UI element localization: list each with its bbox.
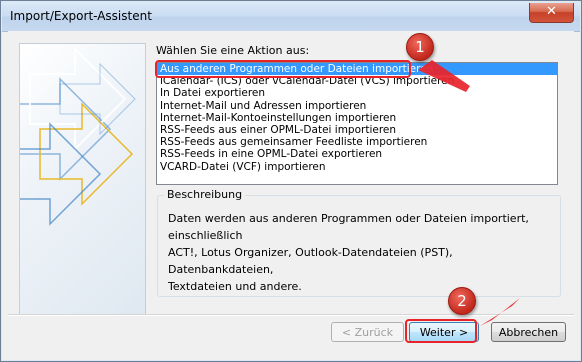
list-item-export-to-file[interactable]: In Datei exportieren — [157, 87, 557, 99]
list-item-export-rss-opml[interactable]: RSS-Feeds in eine OPML-Datei exportieren — [157, 148, 557, 160]
description-text: Daten werden aus anderen Programmen oder… — [168, 210, 558, 295]
back-button[interactable]: < Zurück — [331, 322, 404, 342]
close-button[interactable]: ✕ — [529, 3, 574, 23]
cancel-button[interactable]: Abbrechen — [491, 322, 566, 342]
description-line: ACT!, Lotus Organizer, Outlook-Datendate… — [168, 246, 453, 276]
list-item-import-mail-account-settings[interactable]: Internet-Mail-Kontoeinstellungen importi… — [157, 112, 557, 124]
wizard-content: Wählen Sie eine Aktion aus: Aus anderen … — [8, 31, 574, 354]
close-icon: ✕ — [546, 4, 557, 19]
description-line: Textdateien und andere. — [168, 280, 302, 293]
annotation-marker-1: 1 — [406, 33, 434, 61]
title-bar[interactable]: Import/Export-Assistent ✕ — [2, 2, 580, 32]
action-prompt-label: Wählen Sie eine Aktion aus: — [156, 44, 310, 57]
action-listbox[interactable]: Aus anderen Programmen oder Dateien impo… — [156, 62, 558, 185]
list-item-import-rss-common-feedlist[interactable]: RSS-Feeds aus gemeinsamer Feedliste impo… — [157, 136, 557, 148]
window-title: Import/Export-Assistent — [10, 9, 152, 23]
description-title: Beschreibung — [164, 188, 246, 201]
wizard-graphic — [19, 43, 146, 316]
list-item-import-rss-opml[interactable]: RSS-Feeds aus einer OPML-Datei importier… — [157, 124, 557, 136]
outlook-arrows-icon — [20, 46, 136, 226]
import-export-wizard-window: Import/Export-Assistent ✕ Wählen Sie ein… — [0, 0, 582, 362]
button-divider — [8, 314, 574, 316]
annotation-marker-2: 2 — [448, 287, 476, 315]
highlight-box-selected-item — [155, 60, 411, 78]
list-item-import-internet-mail[interactable]: Internet-Mail und Adressen importieren — [157, 100, 557, 112]
list-item-import-vcard[interactable]: VCARD-Datei (VCF) importieren — [157, 161, 557, 173]
description-line: Daten werden aus anderen Programmen oder… — [168, 212, 529, 242]
highlight-box-next-button — [405, 319, 477, 343]
